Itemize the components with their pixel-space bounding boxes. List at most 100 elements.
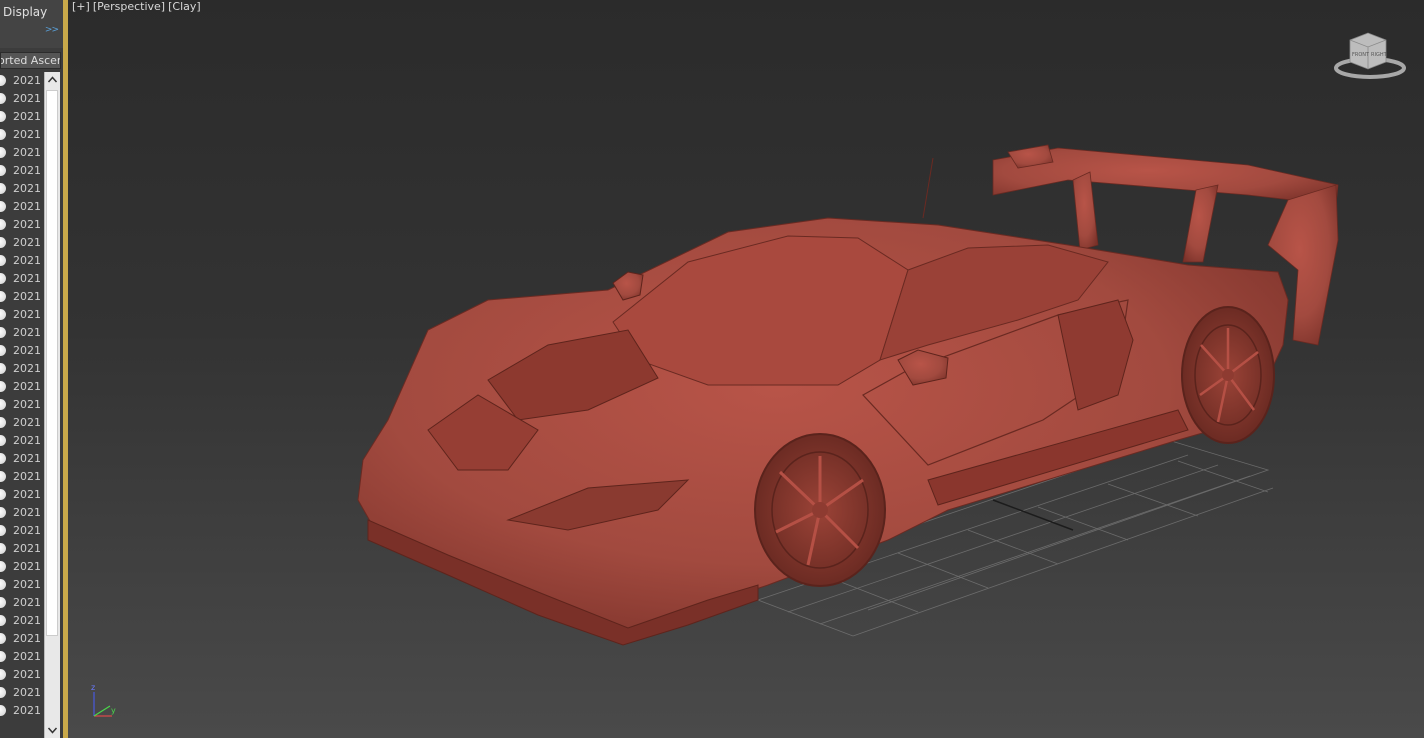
axis-z-label: z bbox=[91, 683, 95, 692]
list-item-label: 2021 M bbox=[13, 146, 44, 159]
list-item[interactable]: 2021 M bbox=[0, 324, 44, 342]
visibility-icon[interactable] bbox=[0, 543, 6, 554]
viewcube-right-label: RIGHT bbox=[1371, 52, 1388, 58]
list-item[interactable]: 2021 M bbox=[0, 576, 44, 594]
list-item-label: 2021 M bbox=[13, 272, 44, 285]
list-item[interactable]: 2021 M bbox=[0, 540, 44, 558]
visibility-icon[interactable] bbox=[0, 345, 6, 356]
front-wheel bbox=[754, 433, 886, 587]
visibility-icon[interactable] bbox=[0, 615, 6, 626]
list-item[interactable]: 2021 M bbox=[0, 504, 44, 522]
list-item[interactable]: 2021 M bbox=[0, 306, 44, 324]
list-item[interactable]: 2021 M bbox=[0, 594, 44, 612]
visibility-icon[interactable] bbox=[0, 363, 6, 374]
visibility-icon[interactable] bbox=[0, 507, 6, 518]
list-item[interactable]: 2021 M bbox=[0, 162, 44, 180]
list-item[interactable]: 2021 M bbox=[0, 216, 44, 234]
list-item[interactable]: 2021 M bbox=[0, 252, 44, 270]
list-item-label: 2021 M bbox=[13, 200, 44, 213]
list-item-label: 2021 M bbox=[13, 362, 44, 375]
list-item[interactable]: 2021 M bbox=[0, 414, 44, 432]
visibility-icon[interactable] bbox=[0, 687, 6, 698]
visibility-icon[interactable] bbox=[0, 525, 6, 536]
list-item[interactable]: 2021 M bbox=[0, 72, 44, 90]
expand-icon[interactable]: >> bbox=[45, 25, 59, 35]
list-item-label: 2021 M bbox=[13, 560, 44, 573]
visibility-icon[interactable] bbox=[0, 327, 6, 338]
list-item[interactable]: 2021 M bbox=[0, 666, 44, 684]
visibility-icon[interactable] bbox=[0, 705, 6, 716]
list-item-label: 2021 M bbox=[13, 74, 44, 87]
visibility-icon[interactable] bbox=[0, 291, 6, 302]
visibility-icon[interactable] bbox=[0, 219, 6, 230]
visibility-icon[interactable] bbox=[0, 417, 6, 428]
list-item[interactable]: 2021 M bbox=[0, 270, 44, 288]
visibility-icon[interactable] bbox=[0, 201, 6, 212]
scroll-down-icon[interactable] bbox=[45, 722, 60, 738]
visibility-icon[interactable] bbox=[0, 309, 6, 320]
axis-y-label: y bbox=[111, 706, 116, 715]
visibility-icon[interactable] bbox=[0, 93, 6, 104]
list-item-label: 2021 M bbox=[13, 434, 44, 447]
visibility-icon[interactable] bbox=[0, 183, 6, 194]
list-item[interactable]: 2021 M bbox=[0, 90, 44, 108]
list-item[interactable]: 2021 M bbox=[0, 684, 44, 702]
visibility-icon[interactable] bbox=[0, 471, 6, 482]
list-item-label: 2021 M bbox=[13, 128, 44, 141]
list-item[interactable]: 2021 M bbox=[0, 648, 44, 666]
list-item[interactable]: 2021 M bbox=[0, 432, 44, 450]
list-item-label: 2021 M bbox=[13, 470, 44, 483]
visibility-icon[interactable] bbox=[0, 165, 6, 176]
list-item[interactable]: 2021 M bbox=[0, 144, 44, 162]
list-scrollbar[interactable] bbox=[44, 72, 60, 738]
list-item-label: 2021 M bbox=[13, 182, 44, 195]
list-item[interactable]: 2021 M bbox=[0, 630, 44, 648]
list-item-label: 2021 M bbox=[13, 110, 44, 123]
visibility-icon[interactable] bbox=[0, 489, 6, 500]
visibility-icon[interactable] bbox=[0, 381, 6, 392]
list-item[interactable]: 2021 M bbox=[0, 288, 44, 306]
list-item[interactable]: 2021 M bbox=[0, 468, 44, 486]
visibility-icon[interactable] bbox=[0, 111, 6, 122]
visibility-icon[interactable] bbox=[0, 435, 6, 446]
list-item[interactable]: 2021 M bbox=[0, 234, 44, 252]
visibility-icon[interactable] bbox=[0, 561, 6, 572]
visibility-icon[interactable] bbox=[0, 129, 6, 140]
list-item[interactable]: 2021 M bbox=[0, 450, 44, 468]
list-item[interactable]: 2021 M bbox=[0, 522, 44, 540]
list-item[interactable]: 2021 M bbox=[0, 396, 44, 414]
visibility-icon[interactable] bbox=[0, 399, 6, 410]
list-item-label: 2021 M bbox=[13, 596, 44, 609]
visibility-icon[interactable] bbox=[0, 147, 6, 158]
list-item[interactable]: 2021 M bbox=[0, 180, 44, 198]
sort-column-header[interactable]: orted Ascend bbox=[0, 52, 61, 69]
viewcube[interactable]: FRONT RIGHT bbox=[1334, 32, 1406, 79]
visibility-icon[interactable] bbox=[0, 75, 6, 86]
visibility-icon[interactable] bbox=[0, 237, 6, 248]
visibility-icon[interactable] bbox=[0, 633, 6, 644]
list-item[interactable]: 2021 M bbox=[0, 558, 44, 576]
list-item-label: 2021 M bbox=[13, 326, 44, 339]
list-item[interactable]: 2021 M bbox=[0, 126, 44, 144]
list-item[interactable]: 2021 M bbox=[0, 612, 44, 630]
visibility-icon[interactable] bbox=[0, 453, 6, 464]
visibility-icon[interactable] bbox=[0, 255, 6, 266]
list-item[interactable]: 2021 M bbox=[0, 702, 44, 720]
list-item[interactable]: 2021 M bbox=[0, 342, 44, 360]
list-item[interactable]: 2021 M bbox=[0, 486, 44, 504]
list-item[interactable]: 2021 M bbox=[0, 360, 44, 378]
visibility-icon[interactable] bbox=[0, 651, 6, 662]
scroll-thumb[interactable] bbox=[46, 90, 58, 636]
list-item[interactable]: 2021 M bbox=[0, 378, 44, 396]
list-item[interactable]: 2021 M bbox=[0, 198, 44, 216]
list-item-label: 2021 M bbox=[13, 398, 44, 411]
list-item[interactable]: 2021 M bbox=[0, 108, 44, 126]
scroll-up-icon[interactable] bbox=[45, 72, 60, 88]
scene-object-list: 2021 M 2021 M 2021 M 2021 M 2021 M 2021 M 2021… bbox=[0, 72, 44, 738]
visibility-icon[interactable] bbox=[0, 273, 6, 284]
visibility-icon[interactable] bbox=[0, 597, 6, 608]
visibility-icon[interactable] bbox=[0, 579, 6, 590]
list-item-label: 2021 M bbox=[13, 92, 44, 105]
perspective-viewport[interactable]: [+] [Perspective] [Clay] FRONT RIGHT z y bbox=[68, 0, 1424, 738]
visibility-icon[interactable] bbox=[0, 669, 6, 680]
